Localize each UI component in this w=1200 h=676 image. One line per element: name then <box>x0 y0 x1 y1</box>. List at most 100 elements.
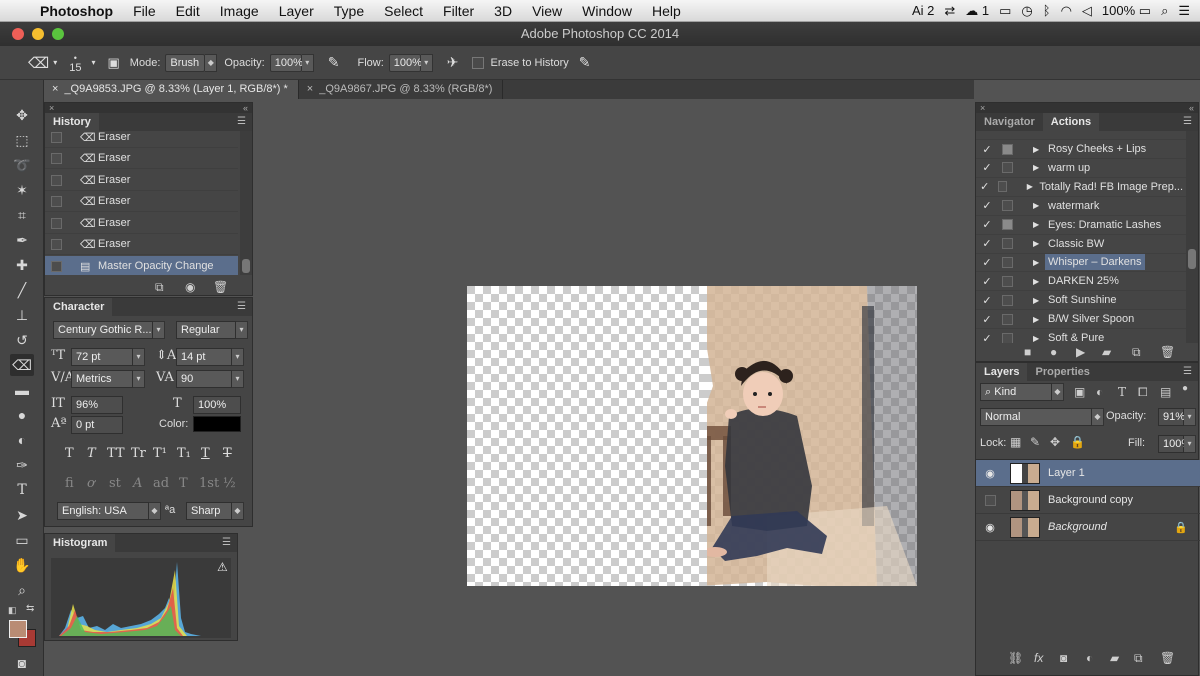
dialog-toggle-icon[interactable] <box>1002 162 1013 174</box>
check-icon[interactable]: ✓ <box>976 237 998 250</box>
opacity-dropdown-caret[interactable]: ▾ <box>301 53 314 72</box>
discretionary-ligatures-icon[interactable]: st <box>109 476 121 491</box>
history-snapshot-checkbox[interactable] <box>51 217 62 229</box>
action-item[interactable]: ✓ ▶ Rosy Cheeks + Lips <box>976 140 1186 159</box>
stop-playing-icon[interactable]: ■ <box>1024 345 1031 359</box>
layer-opacity-input[interactable]: 91% <box>1158 408 1185 426</box>
layer-row-background[interactable]: ◉ Background 🔒 <box>976 514 1200 541</box>
doc-tab-1[interactable]: × _Q9A9853.JPG @ 8.33% (Layer 1, RGB/8*) … <box>44 80 299 99</box>
titling-alternates-icon[interactable]: T <box>179 476 188 491</box>
kerning-select[interactable]: Metrics <box>71 370 133 388</box>
panel-menu-icon[interactable]: ☰ <box>222 534 237 552</box>
action-item[interactable]: ✓ ▶ Eyes: Dramatic Lashes <box>976 216 1186 235</box>
tracking-input[interactable]: 90 <box>176 370 232 388</box>
check-icon[interactable]: ✓ <box>976 143 998 156</box>
close-tab-icon[interactable]: × <box>52 83 58 95</box>
preset-dropdown-caret[interactable]: ▾ <box>53 58 57 67</box>
blend-mode-caret[interactable]: ◆ <box>1092 408 1104 426</box>
layer-filter-caret[interactable]: ◆ <box>1052 383 1064 401</box>
layer-filter-select[interactable]: ⌕ Kind <box>980 383 1052 401</box>
font-style-select[interactable]: Regular <box>176 321 236 339</box>
expand-triangle-icon[interactable]: ▶ <box>1033 220 1045 229</box>
history-item[interactable]: ⌫ Eraser <box>45 234 238 255</box>
language-select[interactable]: English: USA <box>57 502 149 520</box>
language-caret[interactable]: ◆ <box>149 502 161 520</box>
fractions-icon[interactable]: ½ <box>223 476 236 491</box>
brush-size-caret[interactable]: ▾ <box>91 58 95 67</box>
action-item[interactable]: ✓ ▶ watermark <box>976 197 1186 216</box>
actions-scrollbar[interactable] <box>1186 131 1198 343</box>
check-icon[interactable]: ✓ <box>976 332 998 344</box>
eyedropper-tool-icon[interactable]: ✒ <box>10 229 34 251</box>
warning-icon[interactable]: ⚠ <box>217 560 228 574</box>
expand-triangle-icon[interactable]: ▶ <box>1033 145 1045 154</box>
baseline-shift-input[interactable]: 0 pt <box>71 416 123 434</box>
hand-tool-icon[interactable]: ✋ <box>10 554 34 576</box>
airplay-icon[interactable]: ▭ <box>999 3 1011 19</box>
opacity-pressure-icon[interactable]: ✎ <box>328 54 340 71</box>
play-icon[interactable]: ▶ <box>1076 345 1085 359</box>
history-snapshot-checkbox[interactable] <box>51 260 62 272</box>
creative-cloud-icon[interactable]: ☁ 1 <box>965 3 989 19</box>
size-pressure-icon[interactable]: ✎ <box>579 54 591 71</box>
layer-fill-input[interactable]: 100% <box>1158 435 1191 453</box>
history-scrollbar[interactable] <box>240 131 252 275</box>
underline-icon[interactable]: T <box>201 446 210 461</box>
expand-triangle-icon[interactable]: ▶ <box>1033 334 1045 343</box>
panel-menu-icon[interactable]: ☰ <box>1183 363 1198 381</box>
new-group-icon[interactable]: ▰ <box>1110 651 1119 665</box>
expand-triangle-icon[interactable]: ▶ <box>1033 201 1045 210</box>
history-item[interactable]: ⌫ Eraser <box>45 170 238 191</box>
opacity-input[interactable]: 100% <box>269 53 303 72</box>
leading-input[interactable]: 14 pt <box>176 348 232 366</box>
layer-row-layer-1[interactable]: ◉ Layer 1 <box>976 460 1200 487</box>
mode-dropdown-caret[interactable]: ◆ <box>205 53 218 72</box>
move-tool-icon[interactable]: ✥ <box>10 104 34 126</box>
dialog-toggle-icon[interactable] <box>1002 238 1013 249</box>
scroll-thumb[interactable] <box>1188 249 1196 269</box>
filter-toggle-icon[interactable]: ● <box>1182 383 1188 394</box>
expand-triangle-icon[interactable]: ▶ <box>1033 277 1045 286</box>
adjustment-layer-filter-icon[interactable]: ◐ <box>1096 385 1103 399</box>
vertical-scale-input[interactable]: 96% <box>71 396 123 414</box>
font-size-input[interactable]: 72 pt <box>71 348 133 366</box>
check-icon[interactable]: ✓ <box>976 218 998 231</box>
check-icon[interactable]: ✓ <box>976 294 998 307</box>
subscript-icon[interactable]: T₁ <box>177 446 191 461</box>
tab-history[interactable]: History <box>45 113 99 131</box>
action-item[interactable]: ✓ ▶ Whisper – Darkens <box>976 253 1186 273</box>
menu-app-photoshop[interactable]: Photoshop <box>34 3 123 19</box>
dialog-toggle-icon[interactable] <box>1002 313 1013 325</box>
brush-panel-icon[interactable]: ▣ <box>108 55 120 71</box>
dialog-toggle-icon[interactable] <box>1002 275 1013 287</box>
check-icon[interactable]: ✓ <box>976 161 998 174</box>
mode-dropdown[interactable]: Brush <box>165 53 206 72</box>
volume-icon[interactable]: ◁ <box>1082 3 1092 19</box>
rectangle-tool-icon[interactable]: ▭ <box>10 529 34 551</box>
visibility-toggle[interactable] <box>976 494 1004 506</box>
new-set-folder-icon[interactable]: ▰ <box>1102 345 1111 359</box>
smart-object-filter-icon[interactable]: ▤ <box>1160 385 1171 399</box>
type-tool-icon[interactable]: T <box>10 479 34 501</box>
anti-alias-select[interactable]: Sharp <box>186 502 232 520</box>
menu-image[interactable]: Image <box>210 3 269 19</box>
menu-3d[interactable]: 3D <box>484 3 522 19</box>
path-selection-tool-icon[interactable]: ➤ <box>10 504 34 526</box>
bluetooth-icon[interactable]: ᛒ <box>1043 3 1051 18</box>
action-item[interactable]: ✓ ▶ Soft Sunshine <box>976 291 1186 311</box>
history-item[interactable]: ⌫ Eraser <box>45 131 238 148</box>
trash-icon[interactable]: 🗑 <box>1160 345 1175 359</box>
swash-icon[interactable]: A <box>133 476 142 491</box>
swap-colors-icon[interactable]: ⇆ <box>26 603 34 614</box>
font-family-select[interactable]: Century Gothic R... <box>53 321 153 339</box>
history-item[interactable]: ⌫ Eraser <box>45 213 238 234</box>
close-window-button[interactable] <box>12 28 24 40</box>
strikethrough-icon[interactable]: T <box>223 446 232 461</box>
menu-window[interactable]: Window <box>572 3 642 19</box>
gradient-tool-icon[interactable]: ▬ <box>10 379 34 401</box>
check-icon[interactable]: ✓ <box>976 180 994 193</box>
expand-triangle-icon[interactable]: ▶ <box>1027 182 1037 191</box>
panel-menu-icon[interactable]: ☰ <box>1183 113 1198 131</box>
adjustment-layer-icon[interactable]: ◐ <box>1086 651 1093 665</box>
pen-tool-icon[interactable]: ✑ <box>10 454 34 476</box>
